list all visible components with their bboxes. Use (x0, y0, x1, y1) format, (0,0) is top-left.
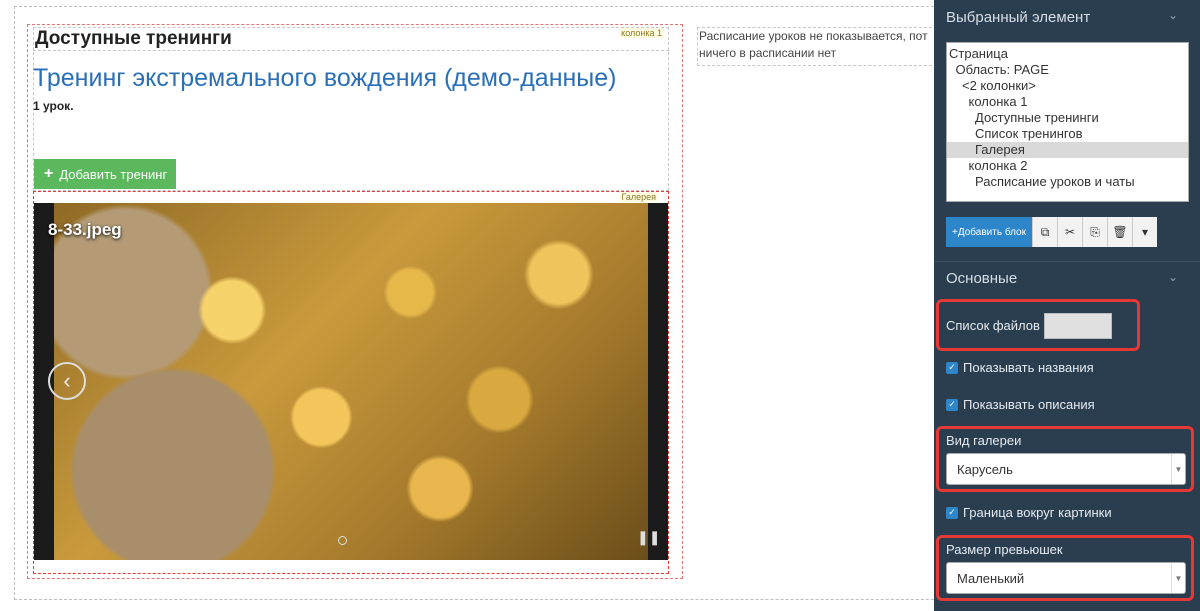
tree-item[interactable]: Страница (947, 46, 1188, 62)
carousel-dot[interactable] (338, 536, 347, 545)
gallery-badge: Галерея (619, 192, 658, 202)
cut-icon[interactable]: ✂ (1057, 217, 1082, 247)
checkbox-checked-icon[interactable]: ✓ (946, 506, 958, 519)
add-block-button[interactable]: +Добавить блок (946, 217, 1032, 247)
tree-item[interactable]: Список тренингов (947, 126, 1188, 142)
add-training-button[interactable]: + Добавить тренинг (34, 159, 176, 189)
chevron-down-icon[interactable]: ⌄ (1168, 8, 1178, 22)
chevron-down-icon[interactable]: ⌄ (1168, 270, 1178, 284)
selected-element-header[interactable]: Выбранный элемент ⌄ (934, 0, 1200, 34)
element-tree[interactable]: Страница Область: PAGE <2 колонки> колонка … (946, 42, 1189, 202)
checkbox-checked-icon[interactable]: ✓ (946, 361, 958, 374)
paste-icon[interactable]: ⎘ (1082, 217, 1107, 247)
plus-icon: + (44, 165, 54, 182)
thumb-size-value: Маленький (957, 570, 1025, 586)
training-title-link[interactable]: Тренинг экстремального вождения (демо-да… (33, 64, 617, 93)
border-label: Граница вокруг картинки (963, 505, 1112, 520)
show-descriptions-label: Показывать описания (963, 397, 1095, 412)
properties-panel: Выбранный элемент ⌄ Страница Область: PAG… (934, 0, 1200, 611)
tree-item[interactable]: Область: PAGE (947, 62, 1188, 78)
copy-icon[interactable]: ⧉ (1032, 217, 1057, 247)
tree-item[interactable]: Расписание уроков и чаты (947, 174, 1188, 190)
files-label: Список файлов (946, 318, 1040, 333)
add-training-label: Добавить тренинг (59, 166, 168, 182)
basic-settings-title: Основные (946, 270, 1018, 287)
schedule-text-line-2: ничего в расписании нет (699, 46, 837, 60)
files-select-button[interactable] (1044, 313, 1112, 339)
schedule-block[interactable]: Расписание уроков не показывается, пот н… (697, 27, 937, 66)
show-descriptions-row[interactable]: ✓ Показывать описания (946, 397, 1095, 412)
pause-icon[interactable]: ❚❚ (637, 529, 660, 546)
tree-item[interactable]: Доступные тренинги (947, 110, 1188, 126)
selected-element-title: Выбранный элемент (946, 8, 1091, 26)
tree-item[interactable]: Галерея (947, 142, 1188, 158)
prev-arrow-icon[interactable]: ‹ (48, 362, 86, 400)
caret-down-icon: ▼ (1171, 563, 1185, 593)
show-names-label: Показывать названия (963, 360, 1094, 375)
coins-photo (54, 203, 648, 560)
basic-settings-header[interactable]: Основные ⌄ (934, 261, 1200, 295)
tree-item[interactable]: колонка 1 (947, 94, 1188, 110)
caret-down-icon[interactable]: ▾ (1132, 217, 1157, 247)
border-row[interactable]: ✓ Граница вокруг картинки (946, 505, 1112, 520)
gallery-view-label: Вид галереи (946, 433, 1022, 448)
schedule-text-line-1: Расписание уроков не показывается, пот (699, 29, 928, 43)
editor-canvas: колонка 1 Доступные тренинги Тренинг экс… (0, 0, 1014, 611)
thumb-size-label: Размер превьюшек (946, 542, 1063, 557)
column-badge: колонка 1 (619, 28, 664, 38)
tree-item[interactable]: <2 колонки> (947, 78, 1188, 94)
thumb-size-select[interactable]: Маленький ▼ (946, 562, 1186, 594)
available-trainings-heading: Доступные тренинги (35, 28, 232, 49)
block-divider (33, 50, 669, 51)
show-names-row[interactable]: ✓ Показывать названия (946, 360, 1094, 375)
gallery-view-value: Карусель (957, 461, 1013, 477)
gallery-image (34, 203, 668, 560)
gallery-view-select[interactable]: Карусель ▼ (946, 453, 1186, 485)
lessons-count: 1 урок. (33, 99, 74, 113)
checkbox-checked-icon[interactable]: ✓ (946, 398, 958, 411)
tree-item[interactable]: колонка 2 (947, 158, 1188, 174)
trash-icon[interactable]: 🗑 (1107, 217, 1132, 247)
block-toolbar: +Добавить блок ⧉ ✂ ⎘ 🗑 ▾ (946, 217, 1157, 247)
gallery-image-title: 8-33.jpeg (48, 220, 122, 239)
caret-down-icon: ▼ (1171, 454, 1185, 484)
